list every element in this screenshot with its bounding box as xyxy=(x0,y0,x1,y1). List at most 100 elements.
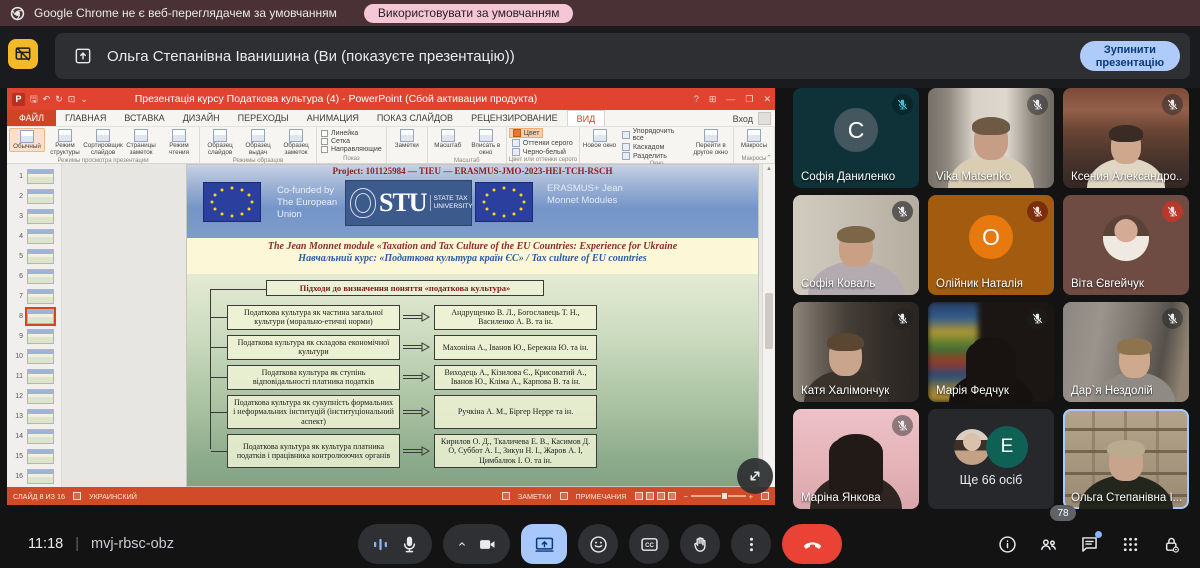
activities-button[interactable] xyxy=(1117,531,1143,557)
zoom-slider-knob[interactable] xyxy=(721,492,728,500)
color-button[interactable]: Цвет xyxy=(509,128,544,138)
reading-view-shortcut-icon[interactable] xyxy=(657,492,665,500)
slideshow-shortcut-icon[interactable] xyxy=(668,492,676,500)
participant-tile-daria-nezdolii[interactable]: Дар`я Нездолій xyxy=(1063,302,1189,402)
ruler-checkbox[interactable]: Линейка xyxy=(321,130,358,137)
restore-button[interactable]: ❐ xyxy=(745,94,753,105)
gridlines-checkbox-box[interactable] xyxy=(321,138,328,145)
notes-toggle-icon[interactable] xyxy=(502,492,510,500)
split-button[interactable]: Разделить xyxy=(619,152,688,160)
minimize-button[interactable]: — xyxy=(726,94,735,104)
participant-tile-vika-matsenko[interactable]: Vika Matsenko xyxy=(928,88,1054,188)
account-avatar[interactable] xyxy=(758,112,771,125)
slide-thumbnail-16[interactable]: 16 xyxy=(7,466,61,486)
slide-master-button[interactable]: Образец слайдов xyxy=(202,128,238,157)
normal-view-shortcut-icon[interactable] xyxy=(635,492,643,500)
cascade-button[interactable]: Каскадом xyxy=(619,143,688,151)
outline-view-button[interactable]: Режим структуры xyxy=(47,128,83,157)
slide-thumbnail-8[interactable]: 8 xyxy=(7,306,61,326)
reactions-button[interactable] xyxy=(578,524,618,564)
slide-thumbnail-13[interactable]: 13 xyxy=(7,406,61,426)
reading-view-button[interactable]: Режим чтения xyxy=(161,128,197,157)
handout-master-button[interactable]: Образец выдач xyxy=(240,128,276,157)
tab-design[interactable]: ДИЗАЙН xyxy=(174,110,229,126)
sign-in-link[interactable]: Вход xyxy=(733,110,753,127)
end-call-button[interactable] xyxy=(782,524,842,564)
participant-tile-katia-khalimonchuk[interactable]: Катя Халімончук xyxy=(793,302,919,402)
zoom-button[interactable]: Масштаб xyxy=(430,128,466,150)
microphone-button[interactable] xyxy=(358,524,432,564)
notes-button[interactable]: Заметки xyxy=(389,128,425,150)
slide-thumbnail-10[interactable]: 10 xyxy=(7,346,61,366)
slide-thumbnail-4[interactable]: 4 xyxy=(7,226,61,246)
tab-file[interactable]: ФАЙЛ xyxy=(7,110,56,126)
chat-button[interactable] xyxy=(1076,531,1102,557)
presentation-minimized-icon[interactable] xyxy=(8,39,38,69)
host-controls-button[interactable] xyxy=(1158,531,1184,557)
slide-thumbnail-list[interactable]: 12345678910111213141516 xyxy=(7,164,62,487)
slide-thumbnail-3[interactable]: 3 xyxy=(7,206,61,226)
present-button[interactable] xyxy=(521,524,567,564)
participant-tile-vita-yevheichuk[interactable]: Віта Євгейчук xyxy=(1063,195,1189,295)
spellcheck-icon[interactable] xyxy=(73,492,81,500)
participant-tile-oliinyk-nataliia[interactable]: O Олійник Наталія xyxy=(928,195,1054,295)
slide-thumbnail-15[interactable]: 15 xyxy=(7,446,61,466)
raise-hand-button[interactable] xyxy=(680,524,720,564)
tab-insert[interactable]: ВСТАВКА xyxy=(115,110,173,126)
ruler-checkbox-box[interactable] xyxy=(321,130,328,137)
black-white-button[interactable]: Черно-белый xyxy=(509,148,569,156)
macros-button[interactable]: Макросы xyxy=(736,128,772,150)
new-window-button[interactable]: Новое окно xyxy=(582,128,617,150)
ribbon-options-button[interactable]: ⊞ xyxy=(709,94,717,105)
tab-home[interactable]: ГЛАВНАЯ xyxy=(56,110,115,126)
notes-toggle[interactable]: ЗАМЕТКИ xyxy=(518,492,552,501)
zoom-out-icon[interactable]: − xyxy=(684,492,688,501)
powerpoint-title-bar[interactable]: P 🖫 ↶ ↻ ⊡ ⌄ Презентація курсу Податкова … xyxy=(7,88,775,110)
normal-view-button[interactable]: Обычный xyxy=(9,128,45,152)
comments-toggle[interactable]: ПРИМЕЧАНИЯ xyxy=(576,492,627,501)
expand-presentation-button[interactable] xyxy=(737,458,773,494)
sorter-view-shortcut-icon[interactable] xyxy=(646,492,654,500)
notes-page-button[interactable]: Страницы заметок xyxy=(123,128,159,157)
slide-scrollbar[interactable]: ▲ ▼ xyxy=(762,164,775,487)
camera-options-chevron-icon[interactable] xyxy=(455,537,469,551)
participant-tile-olha-stepanivna[interactable]: Ольга Степанівна І... xyxy=(1063,409,1189,509)
participant-tile-kseniya[interactable]: Ксения Александро... xyxy=(1063,88,1189,188)
slide-thumbnail-5[interactable]: 5 xyxy=(7,246,61,266)
tab-view[interactable]: ВИД xyxy=(567,110,606,126)
slide-thumbnail-12[interactable]: 12 xyxy=(7,386,61,406)
participant-tile-marina-yankova[interactable]: Маріна Янкова xyxy=(793,409,919,509)
fit-to-window-button[interactable]: Вписать в окно xyxy=(468,128,504,157)
scrollbar-thumb[interactable] xyxy=(765,293,773,349)
tab-animations[interactable]: АНИМАЦИЯ xyxy=(298,110,368,126)
tab-slideshow[interactable]: ПОКАЗ СЛАЙДОВ xyxy=(368,110,462,126)
comments-toggle-icon[interactable] xyxy=(560,492,568,500)
language-indicator[interactable]: УКРАИНСКИЙ xyxy=(89,492,137,501)
info-button[interactable] xyxy=(994,531,1020,557)
scroll-up-icon[interactable]: ▲ xyxy=(763,166,775,172)
slide-thumbnail-6[interactable]: 6 xyxy=(7,266,61,286)
close-button[interactable]: ✕ xyxy=(763,94,771,105)
participant-tile-mariia-fedchuk[interactable]: Марія Федчук xyxy=(928,302,1054,402)
camera-button[interactable] xyxy=(443,524,510,564)
slide-thumbnail-11[interactable]: 11 xyxy=(7,366,61,386)
slide-thumbnail-2[interactable]: 2 xyxy=(7,186,61,206)
collapse-ribbon-icon[interactable]: ⌃ xyxy=(766,154,772,162)
view-shortcuts[interactable] xyxy=(635,492,676,500)
participant-tile-sofiia-danylenko[interactable]: C Софія Даниленко xyxy=(793,88,919,188)
stop-presenting-button[interactable]: Зупинити презентацію xyxy=(1080,41,1180,71)
slide-thumbnail-1[interactable]: 1 xyxy=(7,166,61,186)
set-default-browser-button[interactable]: Використовувати за умовчанням xyxy=(364,4,574,23)
more-options-button[interactable] xyxy=(731,524,771,564)
participant-tile-sofiia-koval[interactable]: Софія Коваль xyxy=(793,195,919,295)
notes-master-button[interactable]: Образец заметок xyxy=(278,128,314,157)
switch-window-button[interactable]: Перейти в другое окно xyxy=(690,128,731,157)
arrange-all-button[interactable]: Упорядочить все xyxy=(619,128,688,142)
tab-transitions[interactable]: ПЕРЕХОДЫ xyxy=(229,110,298,126)
zoom-control[interactable]: − + xyxy=(684,492,753,501)
slide-thumbnail-14[interactable]: 14 xyxy=(7,426,61,446)
grayscale-button[interactable]: Оттенки серого xyxy=(509,139,576,147)
people-button[interactable] xyxy=(1035,531,1061,557)
gridlines-checkbox[interactable]: Сетка xyxy=(321,138,350,145)
guides-checkbox-box[interactable] xyxy=(321,146,328,153)
